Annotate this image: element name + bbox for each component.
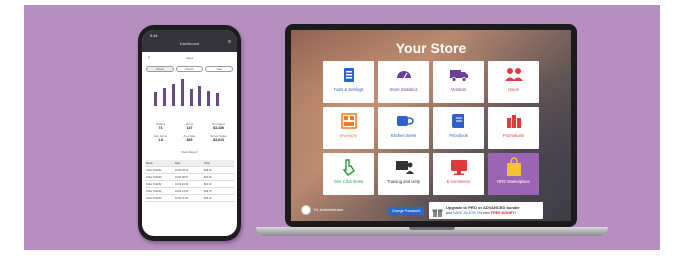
chart-bar xyxy=(163,88,166,106)
tile-inventory[interactable]: Inventory xyxy=(323,107,374,149)
change-password-button[interactable]: Change Password xyxy=(388,207,424,215)
chart-bar xyxy=(216,93,219,106)
coffee-cup-icon xyxy=(378,111,429,131)
status-time: 9:41 xyxy=(150,33,158,38)
toggle-month[interactable]: Month xyxy=(175,66,204,72)
upgrade-headline: Upgrade to PRO or ADVANCED bundle xyxy=(446,205,520,210)
tile-one-click-items[interactable]: One Click Items xyxy=(323,153,374,195)
tile-store-statistics[interactable]: Store Statistics xyxy=(378,61,429,103)
tile-label: Tools & Settings xyxy=(333,87,364,92)
stat-net-sales: Net Sales $3,436 xyxy=(211,122,225,130)
tile-training-help[interactable]: Training and Help xyxy=(378,153,429,195)
store-title: Your Store xyxy=(395,40,467,56)
tile-label: Kitchen Items xyxy=(390,133,417,138)
stat-avg-sale: Avg Sale $45 xyxy=(183,134,196,142)
tile-ecommerce[interactable]: E-commerce xyxy=(433,153,484,195)
store-footer: Hi, Administrator Change Password Upgrad… xyxy=(291,197,571,221)
chart-bar xyxy=(154,92,157,106)
chart-bar xyxy=(207,91,210,106)
laptop-device: Your Store Tools & Settings Store Statis… xyxy=(285,24,577,227)
table-row[interactable]: Order #10232 10/22 16:40 $61.20 xyxy=(145,181,234,188)
shopping-bag-icon xyxy=(488,157,539,177)
toggle-week[interactable]: Week xyxy=(146,66,174,72)
tile-label: NRS Marketplace xyxy=(497,179,530,184)
tile-label: Pricebook xyxy=(449,133,468,138)
table-row[interactable]: Order #10231 10/22 14:05 $18.75 xyxy=(145,188,234,195)
ecommerce-icon xyxy=(433,157,484,177)
book-icon xyxy=(433,111,484,131)
stat-gross-sales: Gross Sales $3,613 xyxy=(210,134,227,142)
sales-bar-chart xyxy=(150,78,229,106)
users-icon xyxy=(488,65,539,85)
pointer-click-icon xyxy=(323,157,374,177)
truck-icon xyxy=(433,65,484,85)
phone-header-title: Dashboard xyxy=(179,41,200,46)
chart-bar xyxy=(198,86,201,106)
tile-label: Inventory xyxy=(339,133,358,138)
orders-table: Name Date Total Order #10234 10/23 09:12… xyxy=(145,160,234,202)
admin-greeting: Hi, Administrator xyxy=(314,207,344,212)
tile-label: Vendors xyxy=(450,87,467,92)
tile-vendors[interactable]: Vendors xyxy=(433,61,484,103)
tile-pricebook[interactable]: Pricebook xyxy=(433,107,484,149)
phone-screen: 9:41 Dashboard ≡ ‹ Sales Week Month Year… xyxy=(142,30,237,236)
tile-promotions[interactable]: Promotions xyxy=(488,107,539,149)
tile-label: Promotions xyxy=(502,133,525,138)
stat-items: Items 147 xyxy=(185,122,194,130)
tile-kitchen-items[interactable]: Kitchen Items xyxy=(378,107,429,149)
view-report-link[interactable]: View Report xyxy=(142,150,237,154)
gift-icon xyxy=(432,205,443,217)
table-row[interactable]: Order #10233 10/23 08:57 $22.50 xyxy=(145,174,234,181)
phone-status-bar: 9:41 Dashboard ≡ xyxy=(142,30,237,52)
table-row[interactable]: Order #10230 10/22 11:30 $33.10 xyxy=(145,195,234,202)
tile-nrs-marketplace[interactable]: NRS Marketplace xyxy=(488,153,539,195)
tile-tools-settings[interactable]: Tools & Settings xyxy=(323,61,374,103)
toggle-year[interactable]: Year xyxy=(205,66,234,72)
laptop-notch xyxy=(409,227,455,230)
tile-users[interactable]: Users xyxy=(488,61,539,103)
tile-label: Users xyxy=(508,87,519,92)
training-icon xyxy=(378,157,429,177)
tile-label: E-commerce xyxy=(446,179,471,184)
table-header-row: Name Date Total xyxy=(145,160,234,167)
chart-bar xyxy=(190,89,193,106)
speedometer-icon xyxy=(378,65,429,85)
hamburger-menu-icon[interactable]: ≡ xyxy=(228,40,231,45)
stat-avg-items: Avg Items 1.8 xyxy=(153,134,168,142)
chart-bar xyxy=(181,79,184,106)
promotions-icon xyxy=(488,111,539,131)
stats-grid: Orders 73 Items 147 Net Sales $3,436 Avg It… xyxy=(146,122,233,142)
laptop-base xyxy=(256,227,608,236)
phone-subtitle: Sales xyxy=(185,56,194,60)
inventory-icon xyxy=(323,111,374,131)
table-row[interactable]: Order #10234 10/23 09:12 $45.00 xyxy=(145,167,234,174)
upgrade-promo-banner[interactable]: Upgrade to PRO or ADVANCED bundle and SA… xyxy=(429,202,543,219)
period-toggle-group: Week Month Year xyxy=(146,66,234,72)
phone-device: 9:41 Dashboard ≡ ‹ Sales Week Month Year… xyxy=(138,25,241,241)
tools-icon xyxy=(323,65,374,85)
tile-label: Training and Help xyxy=(387,179,420,184)
stat-orders: Orders 73 xyxy=(155,122,166,130)
upgrade-subline: and SAVE 25-40% ON fees FREE MONEY! xyxy=(446,211,516,215)
avatar[interactable] xyxy=(301,205,311,215)
laptop-screen: Your Store Tools & Settings Store Statis… xyxy=(291,30,571,221)
chart-bar xyxy=(172,84,175,106)
tile-label: Store Statistics xyxy=(389,87,418,92)
tile-label: One Click Items xyxy=(333,179,364,184)
